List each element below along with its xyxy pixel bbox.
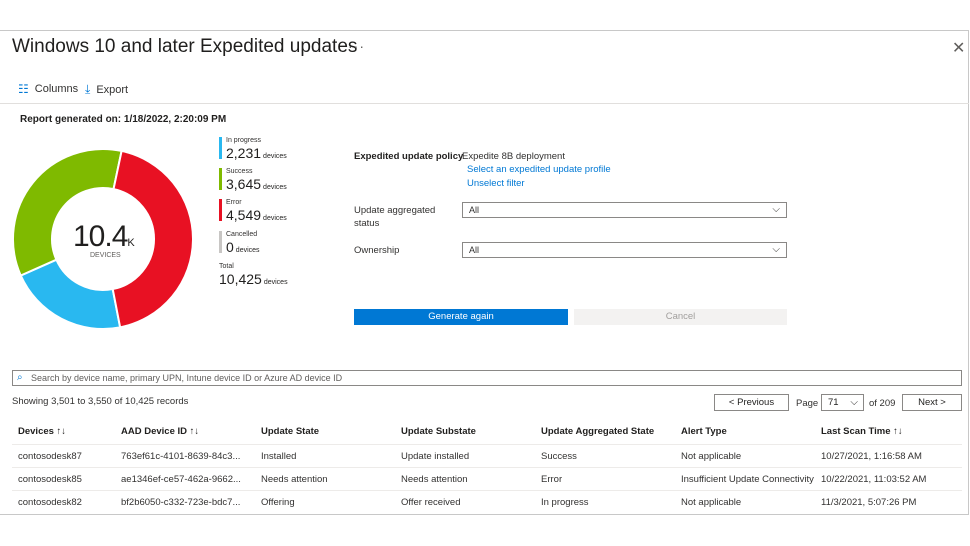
aggregated-status-dropdown[interactable]: All ⌵ [462, 202, 787, 218]
legend-number: 2,231 [226, 145, 262, 161]
cell-alert-type: Insufficient Update Connectivity [681, 474, 814, 485]
header-divider [12, 444, 962, 445]
legend-value: 0 devices [226, 239, 260, 255]
next-button[interactable]: Next > [902, 394, 962, 411]
col-alert-type: Alert Type [681, 426, 727, 437]
legend-number: 4,549 [226, 207, 262, 223]
legend-label: Error [226, 199, 242, 206]
legend-label: Cancelled [226, 231, 258, 238]
page-total: of 209 [869, 398, 896, 409]
cell-update-substate: Update installed [401, 451, 470, 462]
cell-device: contosodesk85 [18, 474, 82, 485]
row-divider [12, 467, 962, 468]
legend-swatch [219, 231, 222, 253]
cell-update-state: Needs attention [261, 474, 328, 485]
unselect-filter-link[interactable]: Unselect filter [467, 178, 525, 189]
cancel-button[interactable]: Cancel [574, 309, 787, 325]
legend-swatch [219, 137, 222, 159]
col-devices[interactable]: Devices ↑↓ [18, 426, 66, 437]
search-input[interactable]: ⌕ Search by device name, primary UPN, In… [12, 370, 962, 386]
aggregated-status-label-2: status [354, 218, 380, 229]
search-icon: ⌕ [17, 372, 23, 383]
policy-value: Expedite 8B deployment [462, 151, 565, 162]
cell-device: contosodesk82 [18, 497, 82, 508]
cell-aad-id: 763ef61c-4101-8639-84c3... [121, 451, 241, 462]
legend-unit: devices [263, 215, 287, 222]
cell-aggregated-state: In progress [541, 497, 589, 508]
legend-value: 4,549 devices [226, 207, 287, 223]
donut-center-value: 10.4K [73, 220, 135, 254]
search-placeholder: Search by device name, primary UPN, Intu… [31, 373, 343, 383]
legend-label: Total [219, 263, 234, 270]
previous-button[interactable]: < Previous [714, 394, 789, 411]
cell-update-substate: Needs attention [401, 474, 468, 485]
ownership-label: Ownership [354, 245, 400, 256]
download-icon: ⤓ [85, 82, 91, 96]
cell-update-state: Installed [261, 451, 297, 462]
page-title: Windows 10 and later Expedited updates [12, 36, 358, 57]
page-label: Page [796, 398, 819, 409]
legend-swatch [219, 199, 222, 221]
ownership-value: All [469, 245, 480, 255]
cell-update-state: Offering [261, 497, 295, 508]
aggregated-status-label: Update aggregated [354, 205, 436, 216]
export-button[interactable]: ⤓ Export [85, 82, 128, 97]
more-options-icon[interactable]: ··· [348, 38, 365, 54]
col-aad-device-id[interactable]: AAD Device ID ↑↓ [121, 426, 199, 437]
close-icon[interactable]: ✕ [952, 38, 965, 58]
ownership-dropdown[interactable]: All ⌵ [462, 242, 787, 258]
generate-again-button[interactable]: Generate again [354, 309, 568, 325]
legend-unit: devices [263, 184, 287, 191]
cell-aggregated-state: Success [541, 451, 577, 462]
legend-number: 3,645 [226, 176, 262, 192]
cell-alert-type: Not applicable [681, 451, 742, 462]
legend-value: 3,645 devices [226, 176, 287, 192]
donut-center-number: 10.4 [73, 220, 128, 253]
col-aggregated-state: Update Aggregated State [541, 426, 655, 437]
toolbar-divider [0, 103, 969, 104]
legend-unit: devices [235, 247, 260, 254]
legend-unit: devices [263, 279, 288, 286]
aggregated-status-value: All [469, 205, 480, 215]
cell-aad-id: ae1346ef-ce57-462a-9662... [121, 474, 241, 485]
col-last-scan-time[interactable]: Last Scan Time ↑↓ [821, 426, 903, 437]
export-label: Export [96, 83, 129, 96]
legend-unit: devices [263, 153, 287, 160]
cell-aad-id: bf2b6050-c332-723e-bdc7... [121, 497, 241, 508]
cell-aggregated-state: Error [541, 474, 563, 485]
cell-alert-type: Not applicable [681, 497, 742, 508]
legend-swatch [219, 168, 222, 190]
row-divider [12, 490, 962, 491]
legend-label: Success [226, 168, 253, 175]
policy-label: Expedited update policy [354, 151, 464, 162]
columns-icon: ☷ [18, 82, 29, 96]
columns-label: Columns [34, 83, 79, 95]
report-generated-text: Report generated on: 1/18/2022, 2:20:09 … [20, 114, 227, 125]
legend-value: 2,231 devices [226, 145, 287, 161]
cell-update-substate: Offer received [401, 497, 461, 508]
donut-center-suffix: K [127, 237, 134, 249]
legend-label: In progress [226, 137, 262, 144]
cell-device: contosodesk87 [18, 451, 82, 462]
col-update-substate: Update Substate [401, 426, 476, 437]
chevron-down-icon: ⌵ [772, 244, 780, 255]
donut-slice-in-progress[interactable] [19, 258, 122, 330]
cell-last-scan: 10/27/2021, 1:16:58 AM [821, 451, 922, 462]
cell-last-scan: 11/3/2021, 5:07:26 PM [821, 497, 917, 508]
chevron-down-icon: ⌵ [850, 397, 858, 408]
records-count: Showing 3,501 to 3,550 of 10,425 records [12, 396, 189, 407]
page-select[interactable]: 71 ⌵ [821, 394, 864, 411]
columns-button[interactable]: ☷ Columns [18, 82, 78, 96]
legend-number: 0 [226, 239, 234, 255]
cell-last-scan: 10/22/2021, 11:03:52 AM [821, 474, 927, 485]
select-profile-link[interactable]: Select an expedited update profile [467, 164, 611, 175]
page-select-value: 71 [828, 397, 839, 408]
col-update-state: Update State [261, 426, 320, 437]
donut-center-label: DEVICES [90, 252, 121, 259]
legend-number: 10,425 [219, 271, 262, 287]
chevron-down-icon: ⌵ [772, 204, 780, 215]
legend-value: 10,425 devices [219, 271, 288, 287]
